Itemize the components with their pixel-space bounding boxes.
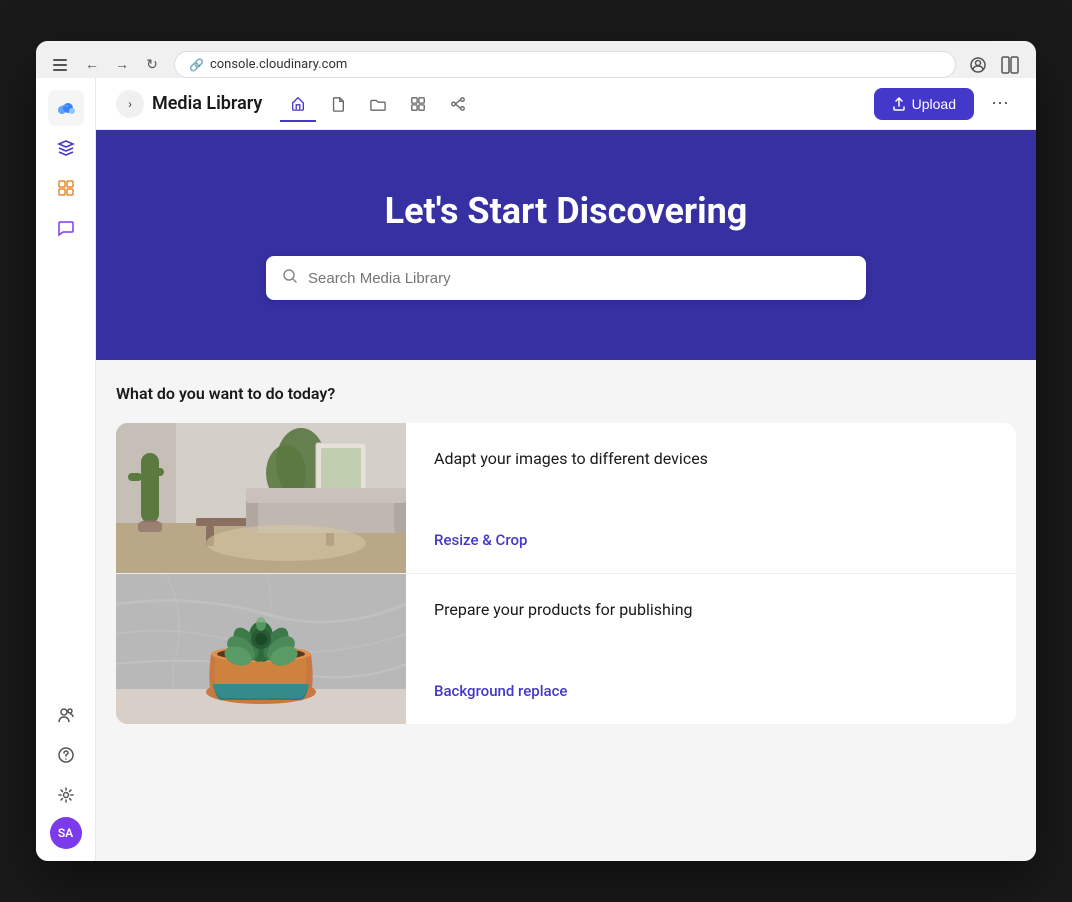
search-input[interactable] (308, 270, 850, 287)
browser-top-bar: ← → ↻ 🔗 console.cloudinary.com (50, 51, 1022, 78)
upload-button[interactable]: Upload (874, 88, 974, 120)
tab-collection[interactable] (400, 86, 436, 122)
url-text: console.cloudinary.com (210, 57, 347, 72)
card-image-succulent (116, 574, 406, 724)
hero-section: Let's Start Discovering (96, 130, 1036, 360)
nav-tabs (280, 86, 865, 122)
refresh-button[interactable]: ↻ (140, 53, 164, 77)
card-link-resize-crop[interactable]: Resize & Crop (434, 531, 988, 549)
hero-search-bar[interactable] (266, 256, 866, 300)
tab-home[interactable] (280, 86, 316, 122)
card-content-background-replace: Prepare your products for publishing Bac… (406, 574, 1016, 724)
browser-chrome: ← → ↻ 🔗 console.cloudinary.com (36, 41, 1036, 78)
browser-nav-buttons: ← → ↻ (80, 53, 164, 77)
sidebar-item-chat[interactable] (48, 210, 84, 246)
sidebar-top (48, 90, 84, 693)
card-link-background-replace[interactable]: Background replace (434, 682, 988, 700)
browser-window: ← → ↻ 🔗 console.cloudinary.com (36, 41, 1036, 861)
more-options-button[interactable]: ⋯ (984, 88, 1016, 120)
user-avatar[interactable]: SA (50, 817, 82, 849)
card-list: Adapt your images to different devices R… (116, 423, 1016, 724)
nav-right: Upload ⋯ (874, 88, 1016, 120)
sidebar-bottom: SA (48, 697, 84, 849)
address-bar[interactable]: 🔗 console.cloudinary.com (174, 51, 956, 78)
nav-toggle-button[interactable]: › (116, 90, 144, 118)
sidebar-item-users[interactable] (48, 697, 84, 733)
main-content: Let's Start Discovering What do you w (96, 130, 1036, 861)
section-title: What do you want to do today? (116, 384, 1016, 403)
main-nav: › Media Library (96, 78, 1036, 130)
sidebar-item-help[interactable] (48, 737, 84, 773)
tab-share[interactable] (440, 86, 476, 122)
sidebar-item-product[interactable] (48, 170, 84, 206)
app-container: SA › Media Library (36, 78, 1036, 861)
profile-button[interactable] (966, 53, 990, 77)
feature-card-resize-crop: Adapt your images to different devices R… (116, 423, 1016, 574)
page-title: Media Library (152, 93, 262, 114)
split-view-button[interactable] (998, 53, 1022, 77)
search-icon (282, 268, 298, 288)
cloudinary-logo-icon[interactable] (48, 90, 84, 126)
sidebar-item-settings[interactable] (48, 777, 84, 813)
sidebar-item-layers[interactable] (48, 130, 84, 166)
lock-icon: 🔗 (189, 58, 204, 72)
sidebar-toggle-icon[interactable] (50, 55, 70, 75)
back-button[interactable]: ← (80, 53, 104, 77)
feature-card-background-replace: Prepare your products for publishing Bac… (116, 574, 1016, 724)
app-sidebar: SA (36, 78, 96, 861)
forward-button[interactable]: → (110, 53, 134, 77)
upload-label: Upload (912, 96, 956, 112)
tab-folder[interactable] (360, 86, 396, 122)
content-section: What do you want to do today? (96, 360, 1036, 748)
tab-file[interactable] (320, 86, 356, 122)
hero-title: Let's Start Discovering (385, 190, 748, 232)
card-content-resize-crop: Adapt your images to different devices R… (406, 423, 1016, 573)
card-description-background-replace: Prepare your products for publishing (434, 598, 988, 622)
avatar-initials: SA (58, 826, 73, 840)
card-description-resize-crop: Adapt your images to different devices (434, 447, 988, 471)
browser-right-controls (966, 53, 1022, 77)
card-image-living-room (116, 423, 406, 573)
